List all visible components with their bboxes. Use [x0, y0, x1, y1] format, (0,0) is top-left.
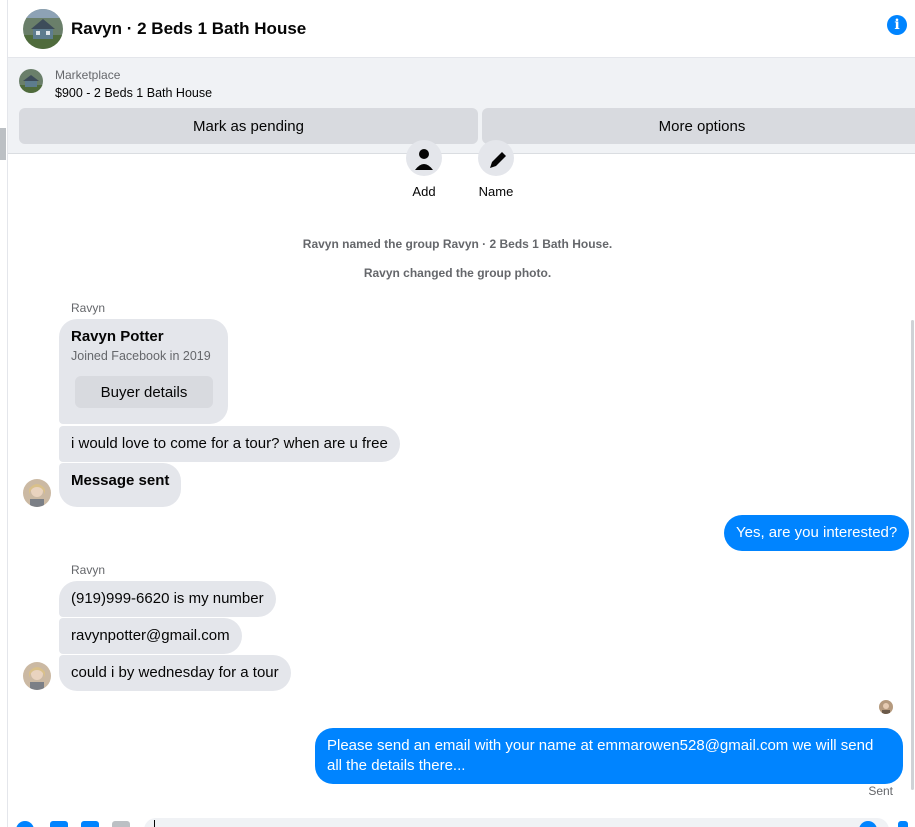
group-photo-avatar[interactable] [23, 8, 63, 49]
add-label: Add [412, 184, 436, 199]
more-actions-icon[interactable] [16, 821, 34, 827]
buyer-details-button[interactable]: Buyer details [75, 376, 213, 408]
left-edge-strip [0, 0, 8, 827]
ravyn-avatar[interactable] [23, 479, 51, 507]
pencil-icon [478, 140, 514, 176]
add-people-action[interactable]: Add [394, 140, 454, 199]
sticker-icon[interactable] [81, 821, 99, 827]
message-sent-bubble[interactable]: Message sent [59, 463, 182, 507]
scrollbar[interactable] [911, 320, 914, 790]
outgoing-message-bubble[interactable]: Yes, are you interested? [724, 515, 910, 551]
like-icon[interactable] [898, 821, 908, 827]
photo-icon[interactable] [50, 821, 68, 827]
message-bubble[interactable]: ravynpotter@gmail.com [59, 618, 242, 654]
name-group-action[interactable]: Name [466, 140, 526, 199]
sender-name: Ravyn [71, 563, 106, 577]
add-person-icon [406, 140, 442, 176]
system-message-renamed: Ravyn named the group Ravyn · 2 Beds 1 B… [302, 237, 613, 251]
info-glyph: i [894, 17, 900, 33]
compose-bar [8, 812, 915, 827]
text-caret [154, 820, 155, 827]
conversation-title: Ravyn · 2 Beds 1 Bath House [71, 18, 307, 38]
marketplace-label: Marketplace [55, 68, 121, 82]
chat-header: Ravyn · 2 Beds 1 Bath House i [8, 0, 915, 58]
info-icon[interactable]: i [887, 15, 907, 35]
delivery-status: Sent [868, 784, 893, 798]
more-options-button[interactable]: More options [482, 108, 915, 144]
message-sent-text: Message sent [71, 472, 170, 489]
marketplace-panel: Marketplace $900 - 2 Beds 1 Bath House M… [8, 58, 915, 154]
buyer-profile-card: Ravyn Potter Joined Facebook in 2019 Buy… [59, 319, 228, 424]
left-edge-tab[interactable] [0, 128, 6, 160]
buyer-joined-date: Joined Facebook in 2019 [71, 349, 211, 363]
name-label: Name [478, 184, 514, 199]
mark-as-pending-button[interactable]: Mark as pending [19, 108, 478, 144]
message-bubble[interactable]: could i by wednesday for a tour [59, 655, 291, 691]
gif-icon[interactable] [112, 821, 130, 827]
message-input[interactable] [144, 818, 889, 827]
ravyn-avatar[interactable] [23, 662, 51, 690]
seen-avatar [879, 700, 893, 714]
outgoing-message-bubble[interactable]: Please send an email with your name at e… [315, 728, 903, 784]
sender-name: Ravyn [71, 301, 106, 315]
listing-thumbnail[interactable] [19, 69, 43, 93]
buyer-name: Ravyn Potter [71, 328, 164, 345]
message-bubble[interactable]: (919)999-6620 is my number [59, 581, 276, 617]
system-message-photo: Ravyn changed the group photo. [363, 266, 552, 280]
message-bubble[interactable]: i would love to come for a tour? when ar… [59, 426, 400, 462]
listing-title[interactable]: $900 - 2 Beds 1 Bath House [55, 86, 212, 100]
